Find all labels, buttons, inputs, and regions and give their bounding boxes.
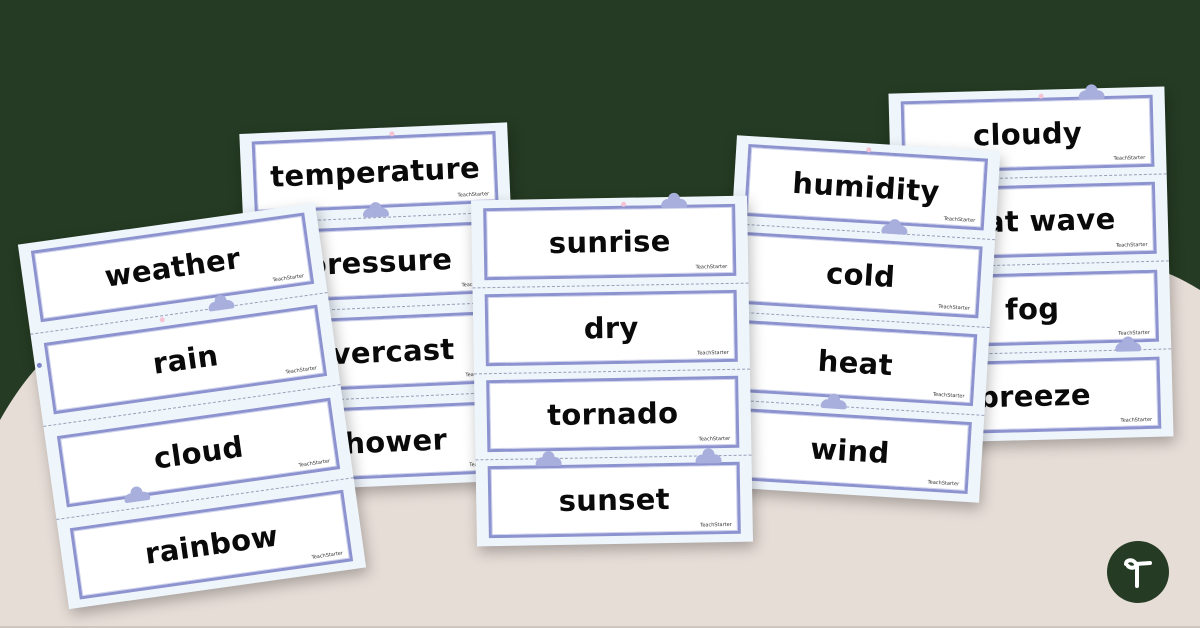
card-word: cold: [825, 256, 897, 295]
word-card: sunrise TeachStarter: [483, 203, 737, 281]
card-word: fog: [1004, 290, 1060, 327]
teach-starter-logo: [1107, 541, 1169, 603]
dot-decoration: [621, 201, 627, 207]
card-word: dry: [583, 310, 639, 346]
dot-decoration: [159, 316, 166, 323]
card-word: temperature: [269, 150, 481, 194]
cloud-decoration: [1078, 90, 1105, 100]
cut-line: [474, 368, 750, 374]
brand-mark: TeachStarter: [1118, 329, 1150, 337]
card-word: humidity: [791, 165, 941, 209]
card-word: cloud: [151, 429, 246, 476]
brand-mark: TeachStarter: [285, 365, 318, 376]
brand-mark: TeachStarter: [932, 391, 965, 400]
dot-decoration: [36, 362, 43, 369]
brand-mark: TeachStarter: [943, 216, 976, 224]
card-word: rainbow: [142, 518, 281, 571]
cloud-decoration: [695, 454, 722, 464]
brand-mark: TeachStarter: [272, 273, 305, 284]
word-card: dry TeachStarter: [484, 289, 738, 367]
card-word: rain: [150, 338, 221, 382]
brand-mark: TeachStarter: [1115, 242, 1148, 250]
cloud-decoration: [207, 299, 235, 312]
word-card: heat TeachStarter: [733, 319, 978, 407]
cloud-decoration: [1115, 342, 1142, 352]
brand-mark: TeachStarter: [1113, 154, 1146, 162]
word-card: cloud TeachStarter: [56, 397, 341, 508]
brand-mark: TeachStarter: [695, 263, 728, 271]
word-card: sunset TeachStarter: [487, 461, 741, 539]
card-word: breeze: [977, 377, 1092, 415]
cloud-decoration: [820, 398, 848, 410]
cut-line: [472, 282, 749, 288]
word-card: wind TeachStarter: [727, 407, 972, 495]
brand-mark: TeachStarter: [938, 303, 971, 312]
cloud-decoration: [881, 224, 908, 235]
card-word: tornado: [546, 395, 679, 433]
dot-decoration: [1038, 93, 1044, 99]
card-word: pressure: [305, 241, 453, 283]
brand-mark: TeachStarter: [457, 191, 490, 199]
brand-mark: TeachStarter: [700, 521, 732, 529]
card-word: sunset: [558, 482, 671, 518]
brand-mark: TeachStarter: [298, 457, 331, 469]
word-card: rain TeachStarter: [43, 304, 328, 415]
word-card-sheet-1: weather TeachStarter rain TeachStarter c…: [17, 202, 367, 610]
word-card: humidity TeachStarter: [744, 143, 989, 231]
word-card-sheet-4: humidity TeachStarter cold TeachStarter …: [715, 135, 1001, 503]
card-word: heat: [816, 343, 894, 383]
cloud-decoration: [661, 198, 688, 209]
word-card: tornado TeachStarter: [486, 375, 740, 453]
cloud-decoration: [362, 207, 390, 218]
brand-mark: TeachStarter: [697, 349, 729, 357]
card-word: sunrise: [548, 223, 671, 261]
card-word: cloudy: [972, 115, 1083, 153]
brand-mark: TeachStarter: [1120, 416, 1153, 424]
cloud-decoration: [535, 456, 562, 467]
card-word: weather: [102, 241, 243, 294]
word-card-sheet-3: sunrise TeachStarter dry TeachStarter to…: [471, 195, 753, 547]
brand-mark: TeachStarter: [311, 550, 344, 561]
teach-starter-logo-icon: [1124, 558, 1152, 588]
brand-mark: TeachStarter: [698, 435, 731, 443]
card-word: wind: [809, 431, 891, 471]
word-card: cold TeachStarter: [738, 231, 983, 319]
brand-mark: TeachStarter: [927, 479, 960, 488]
word-card: temperature TeachStarter: [251, 130, 499, 214]
